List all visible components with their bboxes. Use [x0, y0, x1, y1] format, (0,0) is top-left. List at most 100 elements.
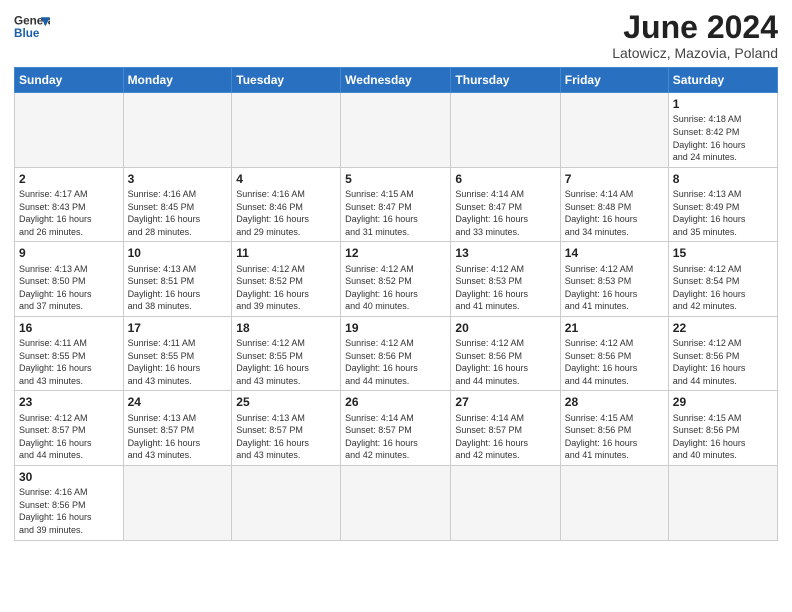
day-number: 13: [455, 245, 555, 261]
week-row-1: 1Sunrise: 4:18 AM Sunset: 8:42 PM Daylig…: [15, 93, 778, 168]
calendar-cell: 12 Sunrise: 4:12 AM Sunset: 8:52 PM Dayli…: [341, 242, 451, 317]
day-number: 30: [19, 469, 119, 485]
page: General Blue June 2024 Latowicz, Mazovia…: [0, 0, 792, 551]
calendar-cell: 30Sunrise: 4:16 AM Sunset: 8:56 PM Dayli…: [15, 466, 124, 541]
day-info: Sunrise: 4:16 AM Sunset: 8:46 PM Dayligh…: [236, 188, 336, 238]
day-info: Sunrise: 4:12 AM Sunset: 8:54 PM Dayligh…: [673, 263, 773, 313]
day-number: 15: [673, 245, 773, 261]
weekday-header-thursday: Thursday: [451, 68, 560, 93]
day-number: 28: [565, 394, 664, 410]
day-number: 22: [673, 320, 773, 336]
day-number: 4: [236, 171, 336, 187]
calendar-cell: 9 Sunrise: 4:13 AM Sunset: 8:50 PM Daylig…: [15, 242, 124, 317]
day-info: Sunrise: 4:14 AM Sunset: 8:57 PM Dayligh…: [455, 412, 555, 462]
calendar-cell: 8Sunrise: 4:13 AM Sunset: 8:49 PM Daylig…: [668, 167, 777, 242]
calendar-cell: [451, 466, 560, 541]
day-number: 6: [455, 171, 555, 187]
calendar-cell: 6Sunrise: 4:14 AM Sunset: 8:47 PM Daylig…: [451, 167, 560, 242]
day-number: 2: [19, 171, 119, 187]
day-number: 12: [345, 245, 446, 261]
week-row-4: 16Sunrise: 4:11 AM Sunset: 8:55 PM Dayli…: [15, 316, 778, 391]
week-row-2: 2Sunrise: 4:17 AM Sunset: 8:43 PM Daylig…: [15, 167, 778, 242]
day-info: Sunrise: 4:13 AM Sunset: 8:57 PM Dayligh…: [236, 412, 336, 462]
header: General Blue June 2024 Latowicz, Mazovia…: [14, 10, 778, 61]
day-number: 27: [455, 394, 555, 410]
svg-text:Blue: Blue: [14, 27, 40, 40]
day-number: 17: [128, 320, 228, 336]
weekday-header-row: SundayMondayTuesdayWednesdayThursdayFrid…: [15, 68, 778, 93]
day-number: 18: [236, 320, 336, 336]
title-block: June 2024 Latowicz, Mazovia, Poland: [612, 10, 778, 61]
day-number: 23: [19, 394, 119, 410]
day-number: 3: [128, 171, 228, 187]
day-info: Sunrise: 4:12 AM Sunset: 8:56 PM Dayligh…: [673, 337, 773, 387]
day-info: Sunrise: 4:16 AM Sunset: 8:56 PM Dayligh…: [19, 486, 119, 536]
day-info: Sunrise: 4:12 AM Sunset: 8:52 PM Dayligh…: [345, 263, 446, 313]
calendar-cell: 10Sunrise: 4:13 AM Sunset: 8:51 PM Dayli…: [123, 242, 232, 317]
calendar-cell: 18Sunrise: 4:12 AM Sunset: 8:55 PM Dayli…: [232, 316, 341, 391]
day-number: 5: [345, 171, 446, 187]
day-number: 29: [673, 394, 773, 410]
day-info: Sunrise: 4:12 AM Sunset: 8:56 PM Dayligh…: [345, 337, 446, 387]
day-info: Sunrise: 4:12 AM Sunset: 8:53 PM Dayligh…: [455, 263, 555, 313]
calendar-cell: [341, 93, 451, 168]
calendar-cell: 3Sunrise: 4:16 AM Sunset: 8:45 PM Daylig…: [123, 167, 232, 242]
calendar-cell: 11Sunrise: 4:12 AM Sunset: 8:52 PM Dayli…: [232, 242, 341, 317]
calendar-cell: 23 Sunrise: 4:12 AM Sunset: 8:57 PM Dayli…: [15, 391, 124, 466]
calendar-cell: 27 Sunrise: 4:14 AM Sunset: 8:57 PM Dayli…: [451, 391, 560, 466]
day-number: 1: [673, 96, 773, 112]
weekday-header-tuesday: Tuesday: [232, 68, 341, 93]
calendar-cell: [668, 466, 777, 541]
calendar-cell: 17Sunrise: 4:11 AM Sunset: 8:55 PM Dayli…: [123, 316, 232, 391]
day-info: Sunrise: 4:13 AM Sunset: 8:50 PM Dayligh…: [19, 263, 119, 313]
calendar-cell: 7Sunrise: 4:14 AM Sunset: 8:48 PM Daylig…: [560, 167, 668, 242]
day-info: Sunrise: 4:14 AM Sunset: 8:48 PM Dayligh…: [565, 188, 664, 238]
calendar-cell: 15 Sunrise: 4:12 AM Sunset: 8:54 PM Dayli…: [668, 242, 777, 317]
day-info: Sunrise: 4:12 AM Sunset: 8:56 PM Dayligh…: [565, 337, 664, 387]
calendar-cell: 26 Sunrise: 4:14 AM Sunset: 8:57 PM Dayli…: [341, 391, 451, 466]
day-info: Sunrise: 4:16 AM Sunset: 8:45 PM Dayligh…: [128, 188, 228, 238]
day-info: Sunrise: 4:17 AM Sunset: 8:43 PM Dayligh…: [19, 188, 119, 238]
calendar-cell: [123, 93, 232, 168]
day-number: 21: [565, 320, 664, 336]
calendar-cell: 4Sunrise: 4:16 AM Sunset: 8:46 PM Daylig…: [232, 167, 341, 242]
day-info: Sunrise: 4:12 AM Sunset: 8:55 PM Dayligh…: [236, 337, 336, 387]
generalblue-logo-icon: General Blue: [14, 10, 50, 46]
calendar-cell: 2Sunrise: 4:17 AM Sunset: 8:43 PM Daylig…: [15, 167, 124, 242]
day-info: Sunrise: 4:18 AM Sunset: 8:42 PM Dayligh…: [673, 113, 773, 163]
calendar-cell: [560, 466, 668, 541]
day-info: Sunrise: 4:11 AM Sunset: 8:55 PM Dayligh…: [19, 337, 119, 387]
week-row-3: 9 Sunrise: 4:13 AM Sunset: 8:50 PM Daylig…: [15, 242, 778, 317]
day-info: Sunrise: 4:11 AM Sunset: 8:55 PM Dayligh…: [128, 337, 228, 387]
calendar-cell: 5Sunrise: 4:15 AM Sunset: 8:47 PM Daylig…: [341, 167, 451, 242]
day-info: Sunrise: 4:12 AM Sunset: 8:53 PM Dayligh…: [565, 263, 664, 313]
day-number: 25: [236, 394, 336, 410]
calendar-cell: 28 Sunrise: 4:15 AM Sunset: 8:56 PM Dayli…: [560, 391, 668, 466]
calendar-cell: 25 Sunrise: 4:13 AM Sunset: 8:57 PM Dayli…: [232, 391, 341, 466]
calendar-cell: [232, 466, 341, 541]
day-number: 8: [673, 171, 773, 187]
day-info: Sunrise: 4:14 AM Sunset: 8:57 PM Dayligh…: [345, 412, 446, 462]
day-info: Sunrise: 4:14 AM Sunset: 8:47 PM Dayligh…: [455, 188, 555, 238]
calendar-cell: [123, 466, 232, 541]
day-info: Sunrise: 4:15 AM Sunset: 8:47 PM Dayligh…: [345, 188, 446, 238]
week-row-6: 30Sunrise: 4:16 AM Sunset: 8:56 PM Dayli…: [15, 466, 778, 541]
calendar-cell: 20Sunrise: 4:12 AM Sunset: 8:56 PM Dayli…: [451, 316, 560, 391]
day-info: Sunrise: 4:12 AM Sunset: 8:56 PM Dayligh…: [455, 337, 555, 387]
day-info: Sunrise: 4:15 AM Sunset: 8:56 PM Dayligh…: [565, 412, 664, 462]
day-number: 9: [19, 245, 119, 261]
day-info: Sunrise: 4:13 AM Sunset: 8:49 PM Dayligh…: [673, 188, 773, 238]
day-info: Sunrise: 4:15 AM Sunset: 8:56 PM Dayligh…: [673, 412, 773, 462]
week-row-5: 23 Sunrise: 4:12 AM Sunset: 8:57 PM Dayli…: [15, 391, 778, 466]
day-number: 10: [128, 245, 228, 261]
weekday-header-monday: Monday: [123, 68, 232, 93]
day-info: Sunrise: 4:12 AM Sunset: 8:57 PM Dayligh…: [19, 412, 119, 462]
location-subtitle: Latowicz, Mazovia, Poland: [612, 45, 778, 61]
calendar-cell: 1Sunrise: 4:18 AM Sunset: 8:42 PM Daylig…: [668, 93, 777, 168]
day-number: 20: [455, 320, 555, 336]
calendar-cell: 14Sunrise: 4:12 AM Sunset: 8:53 PM Dayli…: [560, 242, 668, 317]
day-number: 26: [345, 394, 446, 410]
calendar-cell: [232, 93, 341, 168]
calendar-cell: 13 Sunrise: 4:12 AM Sunset: 8:53 PM Dayli…: [451, 242, 560, 317]
calendar-cell: 22Sunrise: 4:12 AM Sunset: 8:56 PM Dayli…: [668, 316, 777, 391]
